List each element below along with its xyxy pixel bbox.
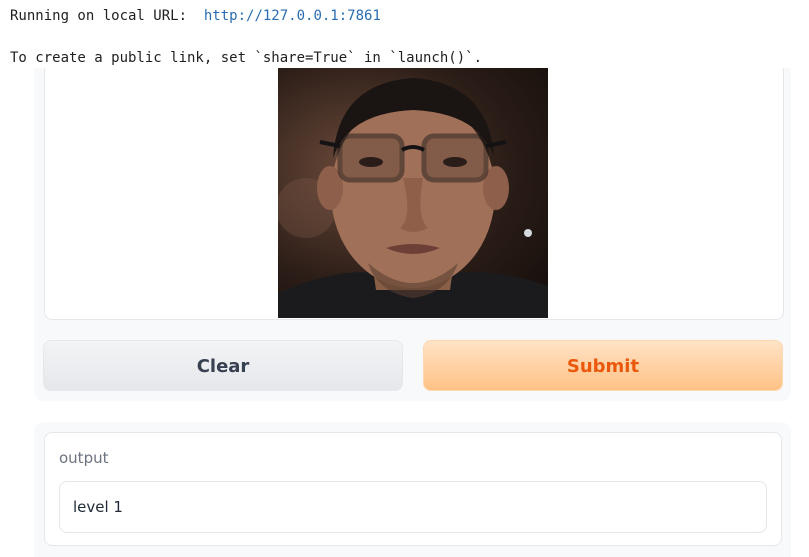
- output-block: output level 1: [44, 432, 782, 546]
- portrait-photo: [278, 68, 548, 318]
- submit-button[interactable]: Submit: [423, 340, 783, 391]
- clear-button[interactable]: Clear: [43, 340, 403, 391]
- portrait-illustration: [278, 78, 548, 318]
- image-input[interactable]: [44, 68, 784, 320]
- console-local-url-prefix: Running on local URL:: [10, 8, 204, 24]
- console-line-share-hint: To create a public link, set `share=True…: [10, 50, 483, 66]
- local-url-link[interactable]: http://127.0.0.1:7861: [204, 8, 381, 24]
- output-label: output: [59, 449, 109, 467]
- console-line-local-url: Running on local URL: http://127.0.0.1:7…: [10, 7, 381, 25]
- output-textbox[interactable]: level 1: [59, 481, 767, 533]
